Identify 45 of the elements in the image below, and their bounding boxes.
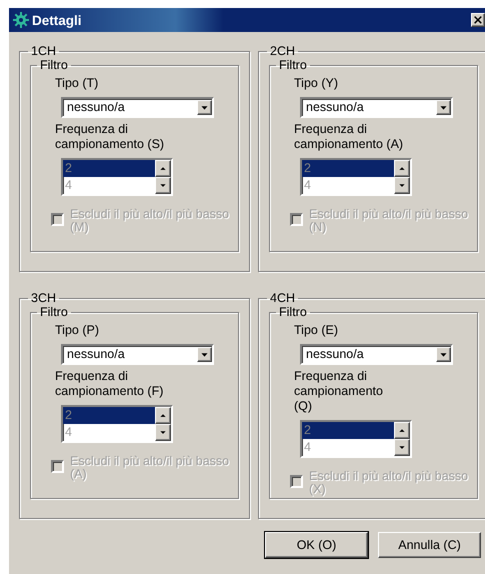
type-label: Tipo (T) xyxy=(55,76,98,91)
scroll-up-icon[interactable] xyxy=(155,160,171,177)
group-title: Filtro xyxy=(278,58,308,72)
list-item[interactable]: 2 xyxy=(63,160,155,177)
scroll-down-icon[interactable] xyxy=(394,439,410,456)
frequency-label: Frequenza di campionamento (A) xyxy=(294,122,404,152)
close-button[interactable]: × xyxy=(471,13,485,27)
scroll-down-icon[interactable] xyxy=(155,177,171,194)
scroll-up-icon[interactable] xyxy=(394,422,410,439)
group-title: Filtro xyxy=(39,305,69,319)
group-title: 2CH xyxy=(269,44,296,58)
frequency-label: Frequenza di campionamento (F) xyxy=(55,369,164,399)
type-label: Tipo (P) xyxy=(55,323,99,338)
scroll-down-icon[interactable] xyxy=(394,177,410,194)
scroll-up-icon[interactable] xyxy=(394,160,410,177)
frequency-list[interactable]: 2 4 xyxy=(300,420,412,458)
list-item[interactable]: 2 xyxy=(302,160,394,177)
group-title: 4CH xyxy=(269,291,296,305)
gear-icon xyxy=(13,12,29,28)
group-title: 3CH xyxy=(30,291,58,305)
list-item[interactable]: 4 xyxy=(63,177,155,194)
scroll-up-icon[interactable] xyxy=(155,407,171,424)
frequency-list[interactable]: 2 4 xyxy=(61,158,173,196)
list-item[interactable]: 2 xyxy=(302,422,394,439)
group-title: Filtro xyxy=(278,305,308,319)
list-item[interactable]: 4 xyxy=(302,439,394,456)
type-dropdown[interactable]: nessuno/a xyxy=(61,344,214,365)
frequency-label: Frequenza di campionamento (Q) xyxy=(294,369,384,414)
dialog-button[interactable]: Annulla (C) xyxy=(378,532,481,558)
group-title: 1CH xyxy=(30,44,58,58)
frequency-list[interactable]: 2 4 xyxy=(61,405,173,443)
frequency-label: Frequenza di campionamento (S) xyxy=(55,122,165,152)
frequency-list[interactable]: 2 4 xyxy=(300,158,412,196)
list-item[interactable]: 2 xyxy=(63,407,155,424)
window-title: Dettagli xyxy=(32,12,83,28)
type-dropdown[interactable]: nessuno/a xyxy=(300,97,453,118)
dialog-button[interactable]: OK (O) xyxy=(265,532,368,558)
type-label: Tipo (Y) xyxy=(294,76,338,91)
type-label: Tipo (E) xyxy=(294,323,338,338)
list-item[interactable]: 4 xyxy=(302,177,394,194)
list-item[interactable]: 4 xyxy=(63,424,155,441)
group-title: Filtro xyxy=(39,58,69,72)
scroll-down-icon[interactable] xyxy=(155,424,171,441)
type-dropdown[interactable]: nessuno/a xyxy=(61,97,214,118)
type-dropdown[interactable]: nessuno/a xyxy=(300,344,453,365)
